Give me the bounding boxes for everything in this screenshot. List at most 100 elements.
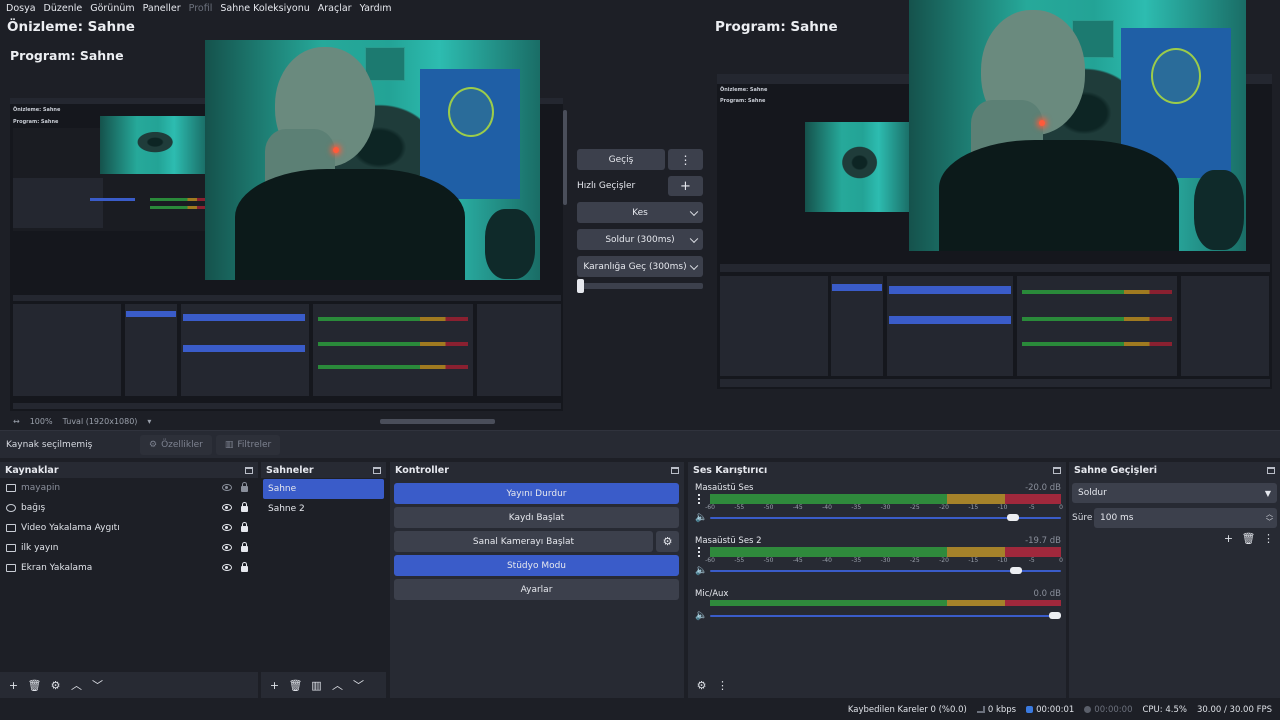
dots-vertical-icon: ⋮ [679,152,692,167]
move-source-down-button[interactable]: ﹀ [88,676,107,694]
transition-select[interactable]: Soldur ▼ [1072,483,1277,503]
meter-tick-label: -5 [1028,557,1035,564]
studio-mode-button[interactable]: Stüdyo Modu [394,555,679,576]
mixer-title: Ses Karıştırıcı [693,464,768,476]
mixer-settings-button[interactable]: ⚙ [692,676,711,694]
plus-icon: + [680,178,691,194]
eye-icon[interactable] [222,544,232,551]
source-item[interactable]: ilk yayın [0,538,258,558]
quick-transition-fade[interactable]: Soldur (300ms) [577,229,703,250]
remove-scene-button[interactable]: 🗑 [286,676,305,694]
canvas-size[interactable]: Tuval (1920x1080) [63,417,138,426]
chevron-down-icon[interactable]: ▾ [147,417,151,426]
tbar-slider[interactable] [577,279,703,293]
dots-vertical-icon: ⋮ [1263,531,1274,545]
virtual-cam-settings-button[interactable]: ⚙ [656,531,679,552]
transition-button[interactable]: Geçiş [577,149,665,170]
move-scene-down-button[interactable]: ﹀ [349,676,368,694]
menu-edit[interactable]: Düzenle [40,0,87,18]
start-record-button[interactable]: Kaydı Başlat [394,507,679,528]
add-quick-transition-button[interactable]: + [668,176,703,196]
webcam-source[interactable] [205,40,540,280]
move-source-up-button[interactable]: ︿ [67,676,86,694]
context-bar: Kaynak seçilmemiş ⚙ Özellikler ▥ Filtreler [0,430,1280,458]
tbar-handle[interactable] [577,279,584,293]
start-virtual-cam-button[interactable]: Sanal Kamerayı Başlat [394,531,653,552]
speaker-icon[interactable]: 🔈 [695,565,707,576]
undock-icon[interactable] [671,466,679,474]
menu-scene-collection[interactable]: Sahne Koleksiyonu [216,0,313,18]
preview-vscrollbar[interactable] [563,110,567,205]
quick-transition-fade-black[interactable]: Karanlığa Geç (300ms) [577,256,703,277]
volume-handle[interactable] [1010,567,1023,574]
properties-button[interactable]: ⚙ Özellikler [140,434,212,455]
volume-slider[interactable] [710,612,1061,619]
eye-icon[interactable] [222,524,232,531]
scene-filters-button[interactable]: ▥ [307,676,326,694]
plus-icon: + [8,678,19,692]
mixer-menu-button[interactable]: ⋮ [713,676,732,694]
meter-tick-label: -10 [997,504,1008,511]
spin-arrows-icon[interactable]: ︿ ﹀ [1266,510,1273,526]
add-scene-button[interactable]: + [265,676,284,694]
lock-icon[interactable] [241,522,248,532]
add-source-button[interactable]: + [4,676,23,694]
preview-inner-label: Program: Sahne [10,48,124,63]
menu-tools[interactable]: Araçlar [314,0,356,18]
transition-menu-button[interactable]: ⋮ [668,149,703,170]
undock-icon[interactable] [373,466,381,474]
meter-tick-label: -15 [968,557,979,564]
preview-canvas[interactable]: Program: Sahne Önizleme: Sahne Program: … [7,40,567,413]
remove-transition-button[interactable]: 🗑 [1239,529,1258,547]
duration-spinbox[interactable]: 100 ms ︿ ﹀ [1094,508,1277,528]
volume-slider[interactable] [710,567,1061,574]
quick-transition-cut[interactable]: Kes [577,202,703,223]
lock-icon[interactable] [241,482,248,492]
settings-button[interactable]: Ayarlar [394,579,679,600]
menu-profile[interactable]: Profil [185,0,217,18]
dots-vertical-icon[interactable] [698,494,700,496]
eye-icon[interactable] [222,564,232,571]
source-item[interactable]: Ekran Yakalama [0,558,258,578]
lock-icon[interactable] [241,562,248,572]
undock-icon[interactable] [1053,466,1061,474]
source-properties-button[interactable]: ⚙ [46,676,65,694]
undock-icon[interactable] [245,466,253,474]
lock-icon[interactable] [241,542,248,552]
meter-tick-label: -10 [997,557,1008,564]
scene-item-sahne[interactable]: Sahne [263,479,384,499]
speaker-icon[interactable]: 🔈 [695,512,707,523]
volume-handle[interactable] [1006,514,1019,521]
trash-icon: 🗑 [288,678,303,692]
dots-vertical-icon[interactable] [698,547,700,549]
remove-source-button[interactable]: 🗑 [25,676,44,694]
meter-tick-label: -25 [909,557,920,564]
menu-help[interactable]: Yardım [356,0,396,18]
volume-slider[interactable] [710,514,1061,521]
zoom-level[interactable]: 100% [30,417,53,426]
scene-item-sahne-2[interactable]: Sahne 2 [263,499,384,519]
zoom-arrow-icon[interactable]: ↔ [13,417,20,426]
chevron-down-icon: ﹀ [353,679,364,692]
undock-icon[interactable] [1267,466,1275,474]
stop-stream-button[interactable]: Yayını Durdur [394,483,679,504]
menu-docks[interactable]: Paneller [139,0,185,18]
menu-view[interactable]: Görünüm [86,0,138,18]
preview-hscrollbar[interactable] [380,419,495,424]
transition-menu-button[interactable]: ⋮ [1259,529,1278,547]
source-item[interactable]: mayapin [0,478,258,498]
source-item[interactable]: Video Yakalama Aygıtı [0,518,258,538]
speaker-icon[interactable]: 🔈 [695,610,707,621]
plus-icon: + [269,678,280,692]
eye-hidden-icon[interactable] [222,484,232,491]
stream-time: 00:00:01 [1036,705,1075,715]
eye-icon[interactable] [222,504,232,511]
camera-icon [6,524,16,532]
filters-button[interactable]: ▥ Filtreler [215,434,281,455]
add-transition-button[interactable]: + [1219,529,1238,547]
source-item[interactable]: bağış [0,498,258,518]
volume-handle[interactable] [1049,612,1061,619]
lock-icon[interactable] [241,502,248,512]
move-scene-up-button[interactable]: ︿ [328,676,347,694]
menu-file[interactable]: Dosya [2,0,40,18]
